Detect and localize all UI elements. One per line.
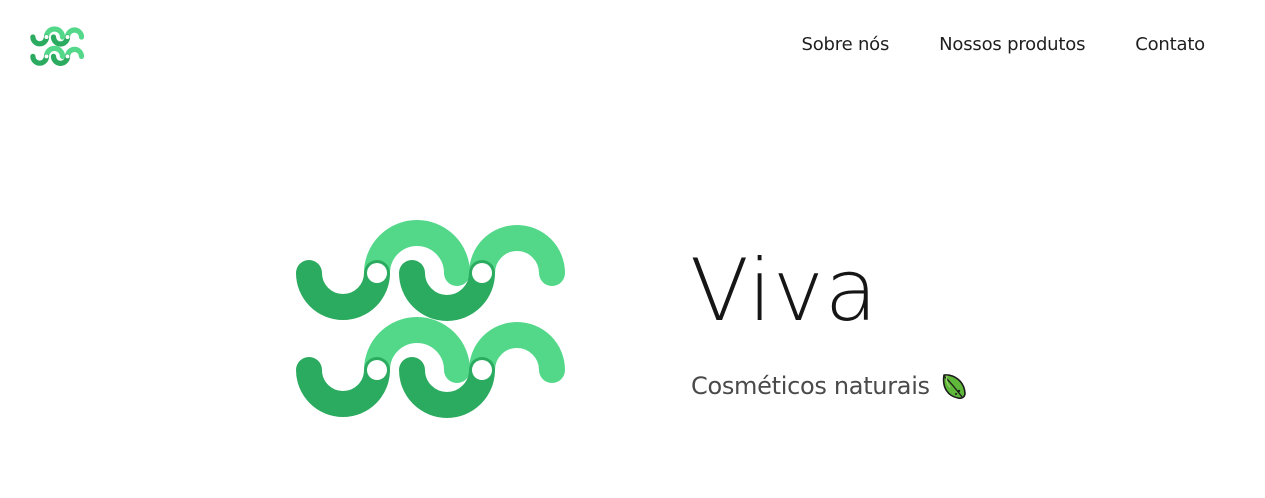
- nav-link-contato[interactable]: Contato: [1135, 33, 1205, 57]
- hero-subtitle: Cosméticos naturais: [691, 370, 968, 402]
- nav-link-nossos-produtos[interactable]: Nossos produtos: [939, 33, 1085, 57]
- page: Sobre nós Nossos produtos Contato Viva C…: [0, 0, 1265, 498]
- main-nav: Sobre nós Nossos produtos Contato: [802, 33, 1206, 57]
- hero-logo-icon: [296, 220, 565, 418]
- hero-title: Viva: [690, 241, 879, 341]
- brand-logo-icon[interactable]: [28, 26, 86, 66]
- leaf-icon: [942, 374, 966, 400]
- site-header: Sobre nós Nossos produtos Contato: [0, 0, 1265, 92]
- hero-subtitle-text: Cosméticos naturais: [691, 372, 930, 400]
- nav-link-sobre-nos[interactable]: Sobre nós: [802, 33, 890, 57]
